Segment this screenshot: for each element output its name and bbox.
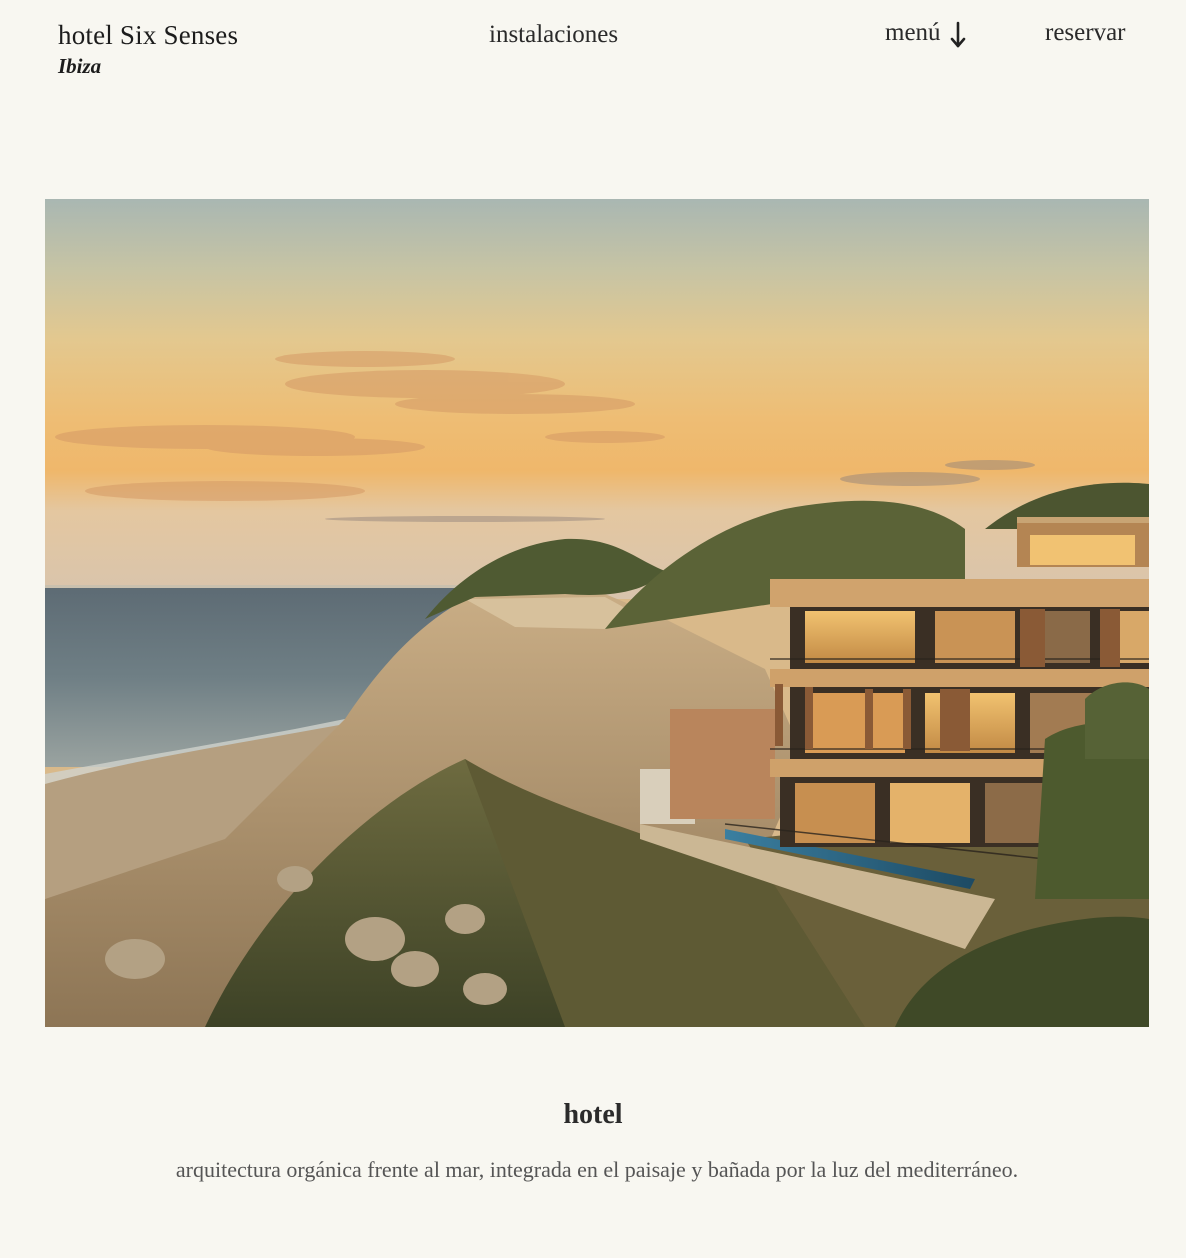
menu-button[interactable]: menú — [885, 16, 967, 50]
section-description: arquitectura orgánica frente al mar, int… — [175, 1157, 1019, 1182]
section-title: hotel — [563, 1099, 623, 1131]
nav-facilities-link[interactable]: instalaciones — [489, 18, 618, 52]
hero-image — [45, 199, 1149, 1027]
brand-name[interactable]: hotel Six Senses — [58, 18, 238, 52]
brand-location: Ibiza — [58, 54, 102, 78]
site-header: hotel Six Senses Ibiza instalaciones men… — [0, 0, 1186, 100]
hero-illustration — [45, 199, 1149, 1027]
book-link[interactable]: reservar — [1045, 16, 1126, 50]
menu-label: menú — [885, 19, 941, 46]
arrow-down-icon — [949, 16, 967, 50]
brand-logo[interactable]: hotel Six Senses Ibiza — [58, 18, 238, 78]
